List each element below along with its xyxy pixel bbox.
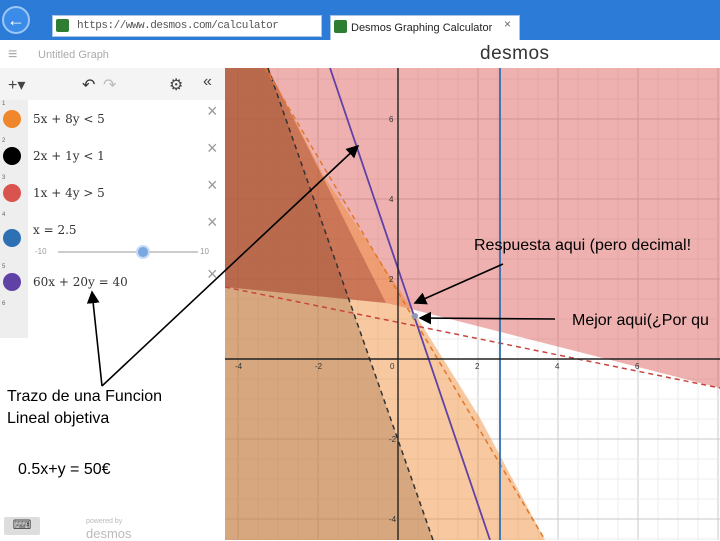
annotation-arrows [86, 144, 556, 387]
arrow-to-mejor-point [418, 311, 556, 325]
arrow-to-respuesta-point [413, 263, 504, 305]
arrow-to-objective-line [101, 144, 360, 387]
annotation-trazo-line1: Trazo de una Funcion [7, 388, 163, 405]
annotation-formula: 0.5x+y = 50€ [18, 461, 111, 478]
annotation-trazo-line2: Lineal objetiva [7, 410, 110, 427]
annotation-mejor: Mejor aqui(¿Por qu [572, 312, 709, 329]
arrow-to-expression [86, 290, 103, 387]
annotation-respuesta: Respuesta aqui (pero decimal! [474, 237, 692, 254]
